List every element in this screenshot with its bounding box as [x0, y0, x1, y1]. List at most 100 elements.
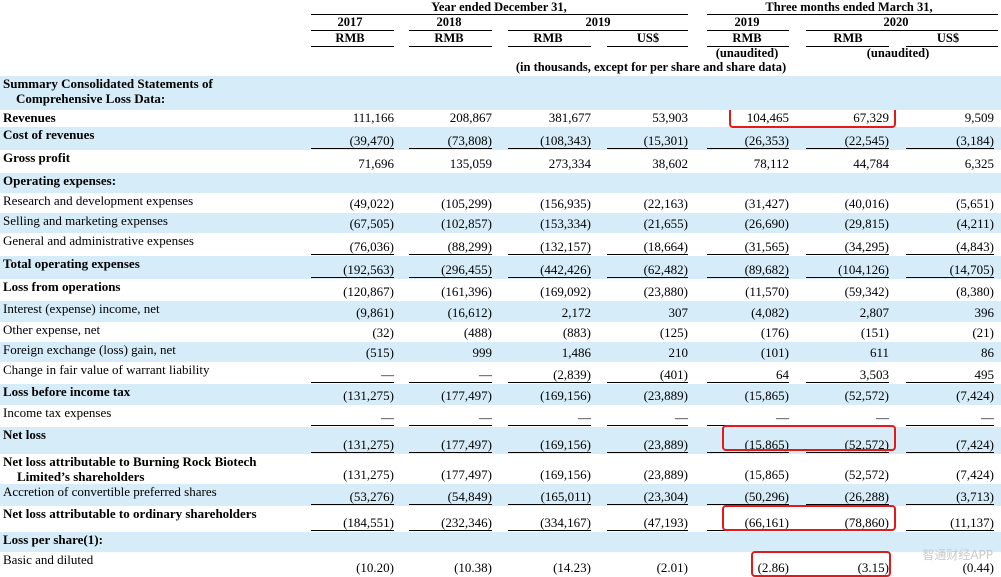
year-header-q2020: 2020 [883, 15, 909, 29]
table-cell: (169,092) [540, 284, 591, 299]
table-cell: (39,470) [311, 133, 394, 149]
table-cell: (515) [365, 345, 394, 360]
table-cell: 495 [906, 367, 994, 383]
table-cell: (11,137) [906, 515, 994, 531]
table-cell: 53,903 [652, 110, 688, 125]
table-row: Gross profit 71,696 135,059 273,334 38,602 78… [0, 150, 1001, 173]
watermark-text: 智通财经APP [922, 548, 993, 562]
table-cell: (32) [372, 325, 394, 340]
table-cell: (47,193) [607, 515, 688, 531]
currency-header: RMB [533, 31, 563, 45]
row-label: Change in fair value of warrant liabilit… [3, 362, 210, 377]
currency-header: RMB [732, 31, 762, 45]
table-cell: (192,563) [311, 262, 394, 278]
table-row: Change in fair value of warrant liabilit… [0, 362, 1001, 384]
table-cell: (151) [860, 325, 889, 340]
highlight-eps [751, 551, 891, 577]
table-cell: (7,424) [906, 437, 994, 453]
table-row: Interest (expense) income, net (9,861) (16… [0, 301, 1001, 322]
table-cell: (16,612) [447, 305, 492, 320]
table-cell: (177,497) [441, 388, 492, 403]
row-label: Accretion of convertible preferred share… [3, 484, 217, 499]
table-cell: (53,276) [311, 489, 394, 505]
table-cell: (15,865) [744, 388, 789, 403]
table-cell: 396 [974, 305, 995, 320]
row-label: Gross profit [3, 150, 71, 165]
period-rule-year [311, 14, 688, 15]
currency-header: US$ [936, 31, 960, 45]
table-cell: (21,655) [643, 216, 688, 231]
row-label: Revenues [3, 110, 56, 125]
row-label: Cost of revenues [3, 127, 95, 142]
table-cell: (4,211) [956, 216, 994, 231]
table-cell: (153,334) [540, 216, 591, 231]
units-note: (in thousands, except for per share and … [515, 60, 787, 74]
table-row: Loss before income tax (131,275) (177,497)… [0, 384, 1001, 405]
table-row: Research and development expenses (49,022… [0, 193, 1001, 213]
row-label: Loss from operations [3, 279, 121, 294]
section-header: Summary Consolidated Statements of Compr… [0, 76, 1001, 110]
table-cell: (23,889) [643, 467, 688, 482]
table-cell: (5,651) [956, 196, 994, 211]
table-row: Loss per share(1): [0, 532, 1001, 552]
table-row: Total operating expenses (192,563) (296,45… [0, 256, 1001, 279]
table-cell: 9,509 [964, 110, 994, 125]
table-cell: (34,295) [806, 239, 889, 255]
table-cell: (52,572) [844, 388, 889, 403]
table-cell: 381,677 [548, 110, 591, 125]
table-cell: — [409, 367, 492, 383]
table-cell: 611 [869, 345, 889, 360]
table-cell: 2,172 [561, 305, 591, 320]
period-header-quarter: Three months ended March 31, [765, 0, 933, 14]
table-cell: (488) [463, 325, 492, 340]
table-cell: (31,427) [744, 196, 789, 211]
table-cell: — [508, 410, 591, 426]
table-cell: (442,426) [508, 262, 591, 278]
table-cell: 273,334 [548, 156, 591, 171]
row-label: Research and development expenses [3, 193, 194, 208]
table-cell: 208,867 [449, 110, 492, 125]
table-cell: (14,705) [906, 262, 994, 278]
row-label: Net loss attributable to Burning Rock Bi… [3, 454, 257, 484]
table-cell: (23,889) [643, 388, 688, 403]
unaudited-label: (unaudited) [866, 46, 930, 60]
table-cell: (883) [562, 325, 591, 340]
table-cell: (177,497) [441, 467, 492, 482]
row-label: Loss before income tax [3, 384, 131, 399]
table-cell: (22,163) [643, 196, 688, 211]
table-cell: 2,807 [859, 305, 889, 320]
table-cell: 86 [981, 345, 994, 360]
table-cell: (26,288) [806, 489, 889, 505]
currency-header: RMB [335, 31, 365, 45]
table-row: Foreign exchange (loss) gain, net (515) 99… [0, 342, 1001, 362]
row-label: Total operating expenses [3, 256, 140, 271]
table-cell: 38,602 [652, 156, 688, 171]
table-cell: (10.38) [454, 560, 492, 575]
table-cell: (401) [607, 367, 688, 383]
table-cell: (176) [760, 325, 789, 340]
table-cell: (334,167) [508, 515, 591, 531]
table-cell: (132,157) [508, 239, 591, 255]
table-cell: (14.23) [553, 560, 591, 575]
currency-header: US$ [636, 31, 660, 45]
table-row: Loss from operations (120,867) (161,396) (1… [0, 279, 1001, 301]
table-cell: 71,696 [358, 156, 394, 171]
year-header-q2019: 2019 [734, 15, 760, 29]
table-cell: (3,184) [906, 133, 994, 149]
section-title-line1: Summary Consolidated Statements of [3, 76, 213, 91]
table-row: Other expense, net (32) (488) (883) (125) (17… [0, 322, 1001, 342]
row-label: Basic and diluted [3, 552, 94, 567]
table-cell: (2,839) [508, 367, 591, 383]
table-cell: (2.01) [656, 560, 688, 575]
currency-header: RMB [434, 31, 464, 45]
table-cell: (54,849) [409, 489, 492, 505]
table-cell: (29,815) [844, 216, 889, 231]
table-cell: (7,424) [956, 388, 994, 403]
table-cell: (52,572) [844, 467, 889, 482]
table-cell: (161,396) [441, 284, 492, 299]
table-cell: (296,455) [409, 262, 492, 278]
table-cell: 307 [668, 305, 689, 320]
table-cell: (76,036) [311, 239, 394, 255]
row-label: Net loss attributable to ordinary shareh… [3, 506, 257, 521]
table-cell: (26,690) [744, 216, 789, 231]
